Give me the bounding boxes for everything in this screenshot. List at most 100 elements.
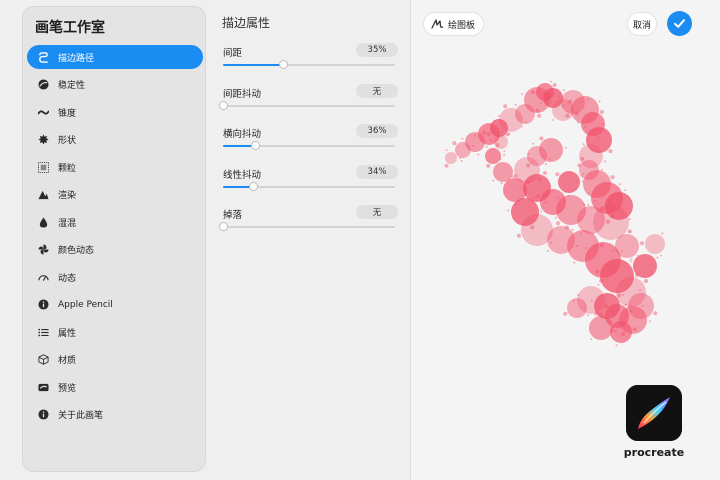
cancel-button[interactable]: 取消 (627, 12, 657, 36)
slider-knob[interactable] (218, 222, 228, 231)
stroke-speck (597, 283, 600, 286)
setting-label: 横向抖动 (223, 129, 262, 140)
stroke-speck (594, 311, 599, 316)
stroke-speck (629, 260, 632, 263)
preview-icon (37, 381, 49, 393)
stroke-speck (540, 210, 543, 213)
stroke-speck (644, 279, 648, 283)
stroke-path-icon (37, 51, 49, 63)
setting-label: 线性抖动 (223, 170, 262, 181)
stroke-blob (589, 316, 613, 340)
setting-value-badge[interactable]: 34% (356, 165, 398, 179)
stroke-speck (586, 314, 589, 317)
stroke-properties-panel: 描边属性 间距 35% 间距抖动 无 横向抖动 36% 线性抖动 34% 掉落 … (218, 0, 402, 480)
stroke-speck (608, 149, 613, 154)
slider-knob[interactable] (251, 141, 261, 150)
sidebar-item-label: 预览 (58, 383, 77, 394)
setting-value-badge[interactable]: 36% (356, 124, 398, 138)
setting-value-badge[interactable]: 无 (356, 205, 398, 219)
stroke-speck (610, 320, 613, 323)
drawing-pad-button[interactable]: 绘图板 (423, 12, 485, 36)
stroke-speck (558, 95, 561, 98)
sidebar-item-label: 材质 (58, 356, 77, 366)
wet-mix-icon (37, 216, 49, 228)
stroke-speck (627, 229, 632, 234)
stroke-speck (516, 233, 521, 238)
stroke-speck (624, 303, 627, 306)
stroke-blob (558, 171, 580, 193)
sidebar-item-about-brush[interactable]: 关于此画笔 (27, 403, 203, 427)
lateral-jitter-slider[interactable] (223, 141, 395, 150)
about-icon (37, 409, 49, 421)
stabilization-icon (37, 79, 49, 91)
grain-icon (37, 161, 49, 173)
drawing-pad-preview[interactable]: 绘图板 取消 procreate (411, 0, 720, 480)
stroke-speck (604, 160, 606, 163)
stroke-speck (500, 182, 503, 185)
sidebar-item-material[interactable]: 材质 (27, 348, 203, 372)
stroke-speck (550, 80, 552, 83)
sidebar-item-color-dynamics[interactable]: 颜色动态 (27, 238, 203, 262)
sidebar-item-label: 属性 (58, 328, 77, 339)
scribble-icon (430, 17, 444, 31)
stroke-speck (538, 177, 542, 182)
stroke-speck (605, 219, 610, 224)
sidebar-item-grain[interactable]: 颗粒 (27, 155, 203, 179)
stroke-speck (661, 232, 664, 235)
stroke-blob (493, 162, 513, 182)
linear-jitter-slider[interactable] (223, 182, 395, 191)
stroke-speck (630, 310, 633, 313)
fall-off-slider[interactable] (218, 222, 395, 231)
setting-value-badge[interactable]: 35% (356, 43, 398, 57)
stroke-speck (460, 159, 463, 162)
setting-value-badge[interactable]: 无 (356, 84, 398, 98)
stroke-speck (539, 136, 544, 141)
spacing-slider[interactable] (223, 60, 395, 69)
sidebar-item-stroke-path[interactable]: 描边路径 (27, 45, 203, 69)
sidebar-title: 画笔工作室 (35, 20, 105, 36)
stroke-speck (503, 154, 505, 157)
stroke-speck (492, 179, 495, 182)
stroke-speck (533, 197, 536, 199)
stroke-speck (587, 140, 590, 143)
sidebar-item-wet-mix[interactable]: 湿混 (27, 210, 203, 234)
stroke-speck (552, 119, 555, 121)
stroke-speck (503, 150, 506, 153)
spacing-jitter-slider[interactable] (218, 101, 395, 110)
slider-knob[interactable] (218, 101, 228, 110)
stroke-speck (632, 327, 637, 332)
stroke-speck (477, 153, 480, 156)
slider-knob[interactable] (249, 182, 259, 191)
stroke-blob (645, 234, 665, 254)
sidebar-item-apple-pencil[interactable]: Apple Pencil (27, 293, 203, 317)
sidebar-item-dynamics[interactable]: 动态 (27, 265, 203, 289)
sidebar-item-taper[interactable]: 锥度 (27, 100, 203, 124)
sidebar-item-rendering[interactable]: 渲染 (27, 183, 203, 207)
rendering-icon (37, 189, 49, 201)
stroke-speck (505, 132, 510, 137)
stroke-speck (595, 269, 600, 274)
panel-title: 描边属性 (222, 16, 271, 30)
done-button[interactable] (667, 11, 692, 36)
sidebar-item-properties[interactable]: 属性 (27, 320, 203, 344)
stroke-speck (598, 100, 601, 103)
stroke-speck (563, 311, 568, 316)
lateral-jitter-setting: 横向抖动 36% (222, 124, 398, 162)
stroke-blob (610, 321, 632, 343)
stroke-speck (514, 103, 517, 106)
sidebar-item-preview[interactable]: 预览 (27, 375, 203, 399)
slider-knob[interactable] (278, 60, 288, 69)
stroke-speck (653, 311, 658, 316)
stroke-speck (611, 250, 614, 252)
stroke-speck (445, 149, 448, 152)
stroke-speck (552, 83, 557, 88)
stroke-speck (649, 320, 651, 323)
sidebar-item-label: 动态 (58, 273, 77, 284)
sidebar-item-label: 描边路径 (58, 53, 95, 64)
stroke-speck (573, 261, 576, 264)
stroke-speck (565, 113, 570, 118)
sidebar-item-stabilization[interactable]: 稳定性 (27, 73, 203, 97)
stroke-speck (601, 123, 604, 126)
stroke-speck (486, 163, 491, 168)
sidebar-item-shape[interactable]: 形状 (27, 128, 203, 152)
